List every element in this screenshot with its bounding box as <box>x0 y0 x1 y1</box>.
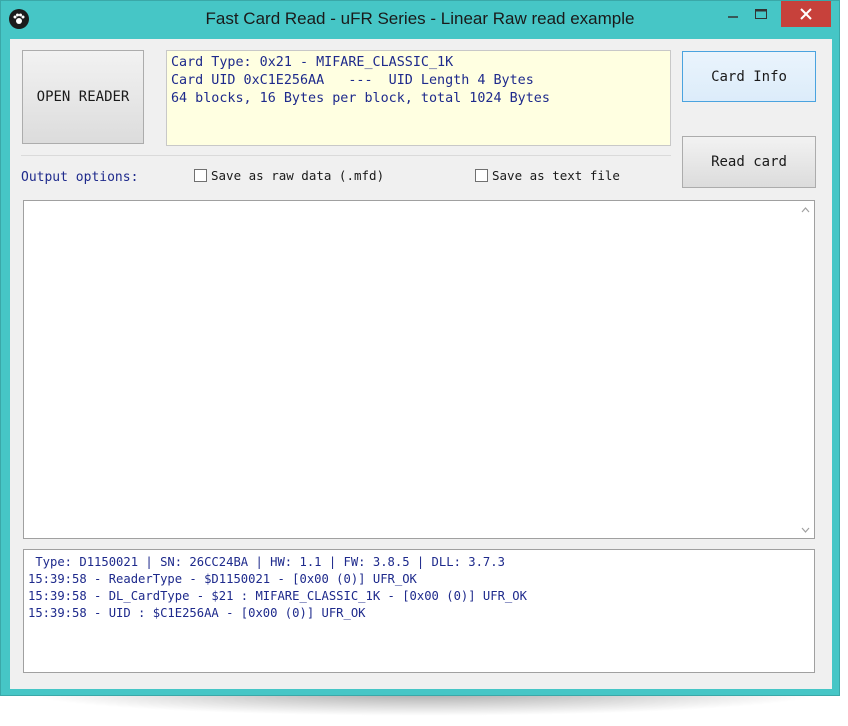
log-line: 15:39:58 - UID : $C1E256AA - [0x00 (0)] … <box>28 606 366 620</box>
card-info-line: 64 blocks, 16 Bytes per block, total 102… <box>171 91 550 106</box>
log-line: Type: D1150021 | SN: 26CC24BA | HW: 1.1 … <box>28 555 505 569</box>
output-textarea[interactable] <box>23 200 815 539</box>
save-raw-label: Save as raw data (.mfd) <box>211 168 385 183</box>
scroll-up-icon[interactable] <box>797 201 814 218</box>
minimize-icon[interactable] <box>719 1 747 27</box>
vertical-scrollbar[interactable] <box>797 201 814 538</box>
save-text-label: Save as text file <box>492 168 620 183</box>
scroll-down-icon[interactable] <box>797 521 814 538</box>
save-raw-checkbox[interactable]: Save as raw data (.mfd) <box>194 168 384 183</box>
status-log[interactable]: Type: D1150021 | SN: 26CC24BA | HW: 1.1 … <box>23 549 815 673</box>
app-window: Fast Card Read - uFR Series - Linear Raw… <box>0 0 840 696</box>
open-reader-button[interactable]: OPEN READER <box>22 50 144 144</box>
card-info-line: Card UID 0xC1E256AA --- UID Length 4 Byt… <box>171 73 534 88</box>
card-info-line: Card Type: 0x21 - MIFARE_CLASSIC_1K <box>171 55 454 70</box>
output-options-label: Output options: <box>21 170 139 185</box>
window-title: Fast Card Read - uFR Series - Linear Raw… <box>205 9 635 28</box>
log-line: 15:39:58 - ReaderType - $D1150021 - [0x0… <box>28 572 417 586</box>
client-area: OPEN READER Card Type: 0x21 - MIFARE_CLA… <box>10 39 832 689</box>
title-bar[interactable]: Fast Card Read - uFR Series - Linear Raw… <box>1 1 839 39</box>
checkbox-box[interactable] <box>194 169 207 182</box>
card-info-button[interactable]: Card Info <box>682 51 816 102</box>
card-info-display: Card Type: 0x21 - MIFARE_CLASSIC_1K Card… <box>166 50 671 146</box>
log-line: 15:39:58 - DL_CardType - $21 : MIFARE_CL… <box>28 589 527 603</box>
checkbox-box[interactable] <box>475 169 488 182</box>
read-card-button[interactable]: Read card <box>682 136 816 188</box>
maximize-icon[interactable] <box>747 1 775 27</box>
close-icon[interactable] <box>781 1 831 27</box>
save-text-checkbox[interactable]: Save as text file <box>475 168 620 183</box>
